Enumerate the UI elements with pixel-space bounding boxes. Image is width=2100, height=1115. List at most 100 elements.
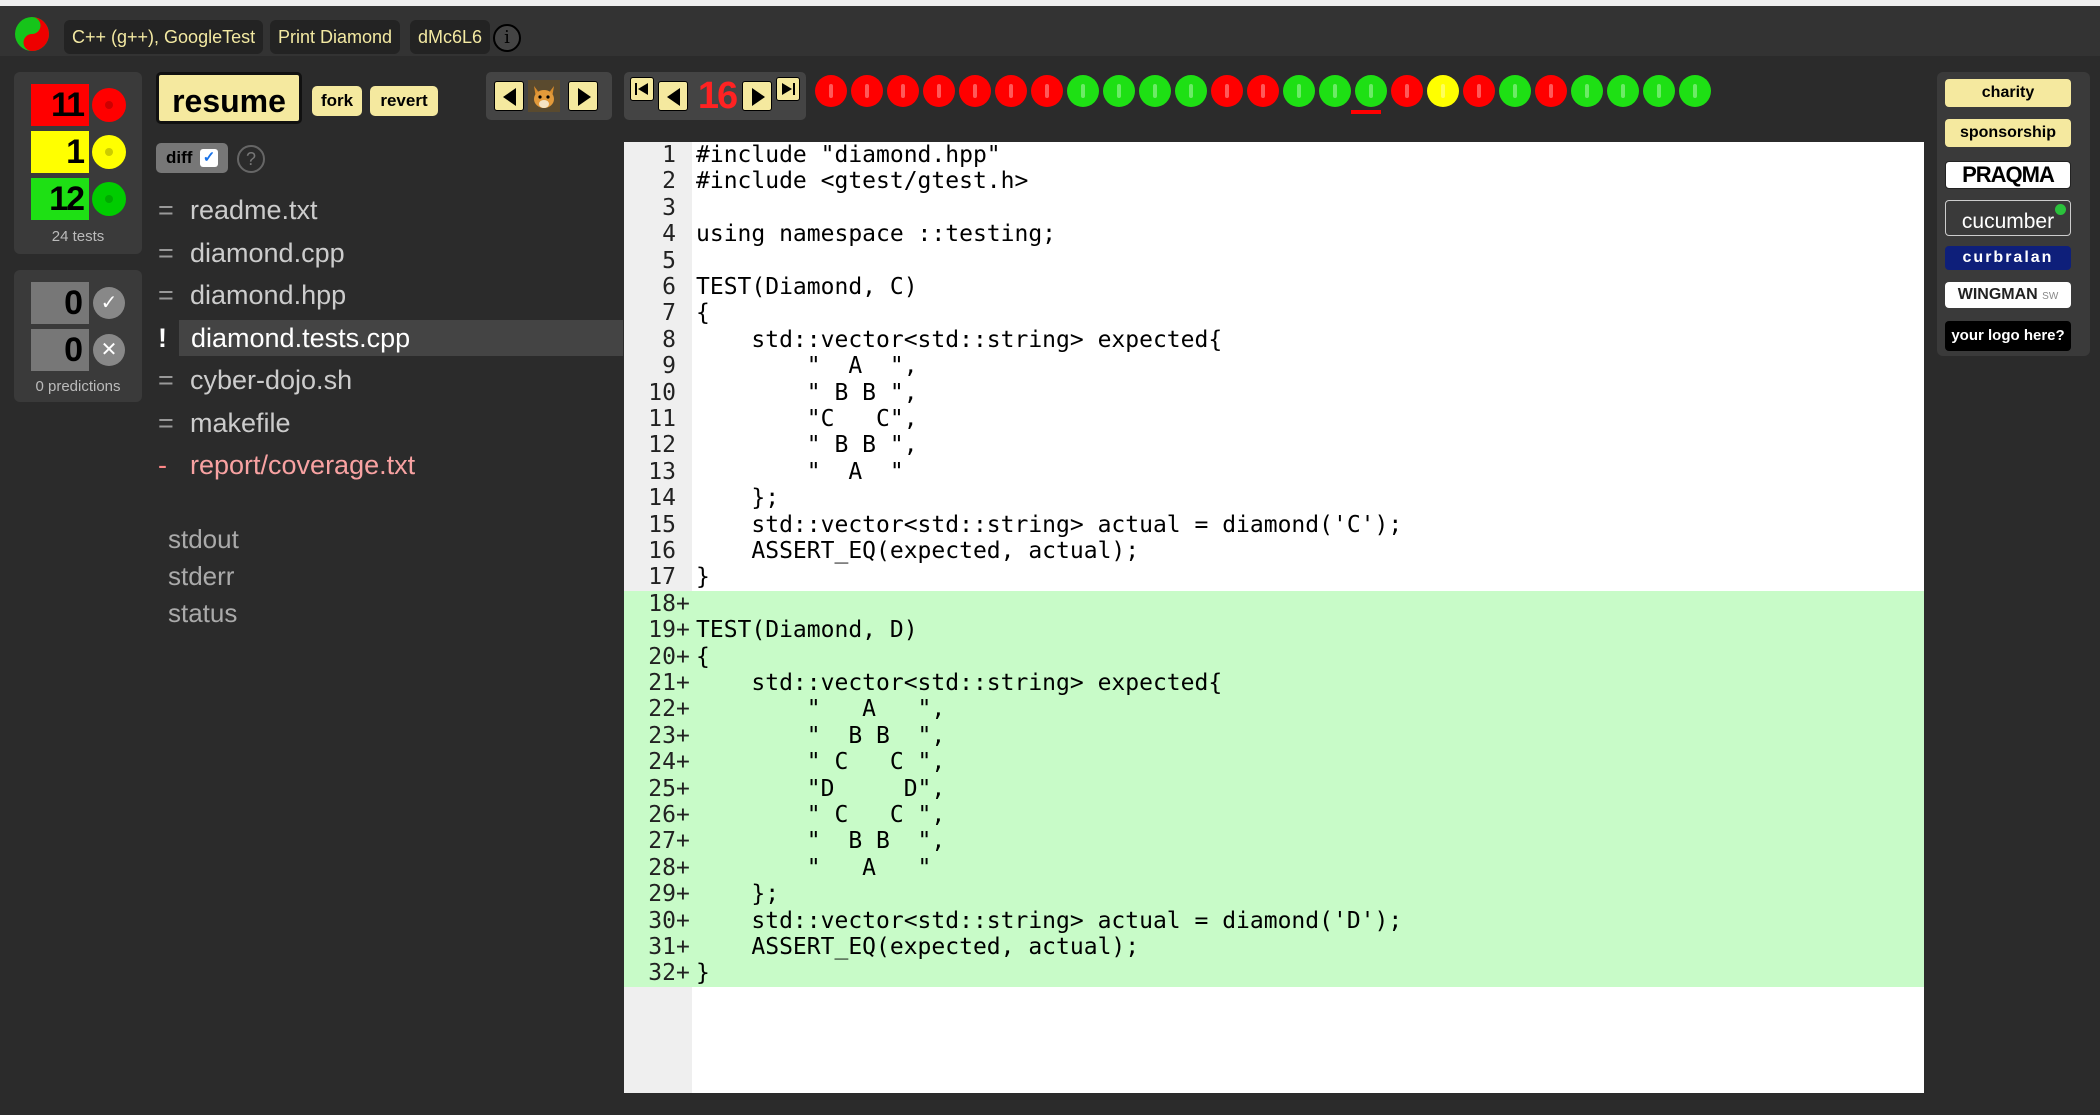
output-item[interactable]: status xyxy=(168,598,237,629)
code-line-added[interactable]: 20 +{ xyxy=(624,643,1924,670)
code-line-added[interactable]: 29 + }; xyxy=(624,881,1924,908)
language-chip[interactable]: C++ (g++), GoogleTest xyxy=(64,20,264,54)
charity-button[interactable]: charity xyxy=(1945,79,2071,107)
traffic-light-green[interactable] xyxy=(1103,75,1135,107)
traffic-light-mark xyxy=(1333,84,1337,98)
revert-button[interactable]: revert xyxy=(370,86,438,116)
line-number: 6 xyxy=(662,274,676,300)
file-item[interactable]: cyber-dojo.sh xyxy=(190,362,655,398)
prev-light-icon[interactable] xyxy=(658,81,688,111)
traffic-light-green[interactable] xyxy=(1607,75,1639,107)
sponsorship-button[interactable]: sponsorship xyxy=(1945,119,2071,147)
code-line[interactable]: 2 #include <gtest/gtest.h> xyxy=(624,168,1924,194)
first-light-icon[interactable] xyxy=(630,77,654,101)
traffic-light-red[interactable] xyxy=(923,75,955,107)
traffic-light-green[interactable] xyxy=(1571,75,1603,107)
traffic-light-green[interactable] xyxy=(1283,75,1315,107)
traffic-light-red[interactable] xyxy=(1211,75,1243,107)
code-line-added[interactable]: 23 + " B B ", xyxy=(624,722,1924,750)
code-line-added[interactable]: 32 +} xyxy=(624,960,1924,987)
next-avatar-icon[interactable] xyxy=(568,81,598,111)
traffic-light-green[interactable] xyxy=(1139,75,1171,107)
code-line[interactable]: 5 xyxy=(624,248,1924,274)
code-line-added[interactable]: 21 + std::vector<std::string> expected{ xyxy=(624,670,1924,697)
file-item[interactable]: makefile xyxy=(190,405,655,441)
help-icon[interactable]: ? xyxy=(237,145,265,173)
code-line[interactable]: 8 std::vector<std::string> expected{ xyxy=(624,327,1924,353)
output-item[interactable]: stdout xyxy=(168,524,239,555)
file-item[interactable]: diamond.cpp xyxy=(190,235,655,271)
code-line-added[interactable]: 24 + " C C ", xyxy=(624,749,1924,776)
diff-toggle[interactable]: diff ✓ xyxy=(156,143,228,173)
traffic-light-red[interactable] xyxy=(815,75,847,107)
code-line-added[interactable]: 26 + " C C ", xyxy=(624,802,1924,829)
code-line[interactable]: 11 "C C", xyxy=(624,406,1924,432)
traffic-light-red[interactable] xyxy=(1391,75,1423,107)
code-line[interactable]: 15 std::vector<std::string> actual = dia… xyxy=(624,512,1924,538)
your-logo-here[interactable]: your logo here? xyxy=(1945,321,2071,351)
code-line[interactable]: 9 " A ", xyxy=(624,353,1924,379)
code-line[interactable]: 1 #include "diamond.hpp" xyxy=(624,142,1924,168)
code-line[interactable]: 13 " A " xyxy=(624,459,1924,485)
code-line[interactable]: 17} xyxy=(624,564,1924,590)
code-line-added[interactable]: 18 + xyxy=(624,590,1924,618)
session-id-chip[interactable]: dMc6L6 xyxy=(410,20,491,54)
traffic-light-green[interactable] xyxy=(1175,75,1207,107)
traffic-light-red[interactable] xyxy=(959,75,991,107)
praqma-logo[interactable]: PRAQMA xyxy=(1945,161,2071,189)
traffic-light-green[interactable] xyxy=(1679,75,1711,107)
code-line[interactable]: 12 " B B ", xyxy=(624,432,1924,458)
traffic-light-red[interactable] xyxy=(887,75,919,107)
code-line-added[interactable]: 25 + "D D", xyxy=(624,775,1924,802)
traffic-light-red[interactable] xyxy=(995,75,1027,107)
traffic-light-red[interactable] xyxy=(1463,75,1495,107)
code-line[interactable]: 3 xyxy=(624,195,1924,221)
traffic-light-red[interactable] xyxy=(1535,75,1567,107)
code-line-added[interactable]: 30 + std::vector<std::string> actual = di… xyxy=(624,907,1924,934)
traffic-light-green[interactable] xyxy=(1067,75,1099,107)
last-light-icon[interactable] xyxy=(776,77,800,101)
code-line[interactable]: 14 }; xyxy=(624,485,1924,511)
exercise-chip[interactable]: Print Diamond xyxy=(270,20,401,54)
file-item[interactable]: readme.txt xyxy=(190,192,655,228)
wingman-logo[interactable]: WINGMAN SW xyxy=(1945,282,2071,308)
code-line[interactable]: 16 ASSERT_EQ(expected, actual); xyxy=(624,538,1924,564)
code-line[interactable]: 7{ xyxy=(624,300,1924,326)
line-number: 20 xyxy=(648,643,676,670)
code-editor[interactable]: 1 #include "diamond.hpp" 2 #include <gtest/… xyxy=(624,142,1924,1093)
fork-button[interactable]: fork xyxy=(312,86,362,116)
code-line[interactable]: 6 TEST(Diamond, C) xyxy=(624,274,1924,300)
traffic-light-mark xyxy=(1585,84,1589,98)
info-icon[interactable]: i xyxy=(493,24,521,52)
line-number: 15 xyxy=(648,511,676,538)
file-item[interactable]: diamond.hpp xyxy=(190,277,655,313)
avatar[interactable] xyxy=(528,80,560,112)
traffic-light-green[interactable] xyxy=(1643,75,1675,107)
cyber-dojo-logo-icon[interactable] xyxy=(14,16,50,52)
cucumber-logo[interactable]: cucumber xyxy=(1945,200,2071,236)
traffic-light-green[interactable] xyxy=(1355,75,1387,107)
checkbox-checked-icon[interactable]: ✓ xyxy=(200,149,218,167)
code-line[interactable]: 4 using namespace ::testing; xyxy=(624,221,1924,247)
traffic-light-green[interactable] xyxy=(1499,75,1531,107)
curbralan-logo[interactable]: curbralan xyxy=(1945,246,2071,270)
traffic-light-yellow[interactable] xyxy=(1427,75,1459,107)
code-line-added[interactable]: 28 + " A " xyxy=(624,854,1924,882)
code-line[interactable]: 10 " B B ", xyxy=(624,380,1924,406)
traffic-light-red[interactable] xyxy=(1031,75,1063,107)
traffic-light-green[interactable] xyxy=(1319,75,1351,107)
file-item[interactable]: diamond.tests.cpp xyxy=(179,319,623,356)
resume-button[interactable]: resume xyxy=(156,72,302,124)
code-line-added[interactable]: 31 + ASSERT_EQ(expected, actual); xyxy=(624,934,1924,961)
code-line-added[interactable]: 22 + " A ", xyxy=(624,696,1924,723)
traffic-light-red[interactable] xyxy=(1247,75,1279,107)
added-marker: + xyxy=(676,854,690,881)
next-light-icon[interactable] xyxy=(742,81,772,111)
code-line-added[interactable]: 27 + " B B ", xyxy=(624,828,1924,855)
traffic-light-mark xyxy=(829,84,833,98)
file-item[interactable]: report/coverage.txt xyxy=(190,447,655,483)
prev-avatar-icon[interactable] xyxy=(494,81,524,111)
traffic-light-red[interactable] xyxy=(851,75,883,107)
code-line-added[interactable]: 19 + TEST(Diamond, D) xyxy=(624,617,1924,644)
output-item[interactable]: stderr xyxy=(168,561,234,592)
